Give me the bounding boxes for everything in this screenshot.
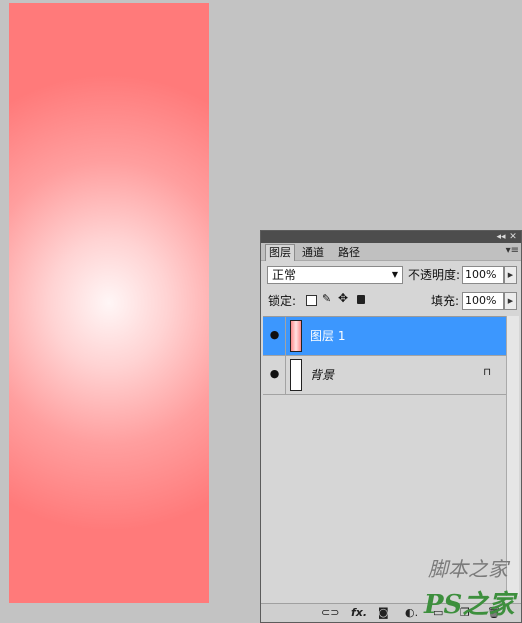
link-icon[interactable]: ⊂⊃: [321, 606, 339, 620]
fill-input[interactable]: 100%: [462, 292, 504, 310]
lock-position-icon[interactable]: ✥: [338, 292, 349, 304]
lock-transparency-icon[interactable]: [306, 295, 317, 306]
blend-row: 正常 ▼ 不透明度: 100% ▶: [261, 261, 521, 289]
lock-all-icon[interactable]: [357, 295, 365, 304]
layer-name: 背景: [310, 368, 335, 382]
blend-mode-value: 正常: [272, 268, 297, 282]
layer-thumbnail: [290, 320, 302, 352]
lock-paint-brush-icon[interactable]: ✎: [322, 293, 333, 304]
lock-row: 锁定: ✎ ✥ 填充: 100% ▶: [261, 289, 521, 315]
layer-lock-icon: ⊓: [483, 367, 491, 378]
tab-layers[interactable]: 图层: [265, 244, 295, 261]
opacity-input[interactable]: 100%: [462, 266, 504, 284]
panel-titlebar: ◂◂ ✕: [261, 231, 521, 243]
tab-paths[interactable]: 路径: [335, 245, 363, 260]
close-icon[interactable]: ✕: [507, 231, 519, 243]
layer-row-background[interactable]: ● 背景 ⊓: [263, 356, 507, 395]
lock-label: 锁定:: [268, 294, 297, 308]
panel-tabbar: 图层 通道 路径 ▾≡: [261, 243, 521, 261]
mask-icon[interactable]: ◙: [378, 606, 389, 620]
panel-menu-icon[interactable]: ▾≡: [506, 245, 519, 256]
collapse-icon[interactable]: ◂◂: [495, 231, 507, 243]
fill-slider-button[interactable]: ▶: [504, 292, 517, 310]
layer-thumbnail: [290, 359, 302, 391]
fill-label: 填充:: [431, 294, 460, 308]
dropdown-arrow-icon: ▼: [391, 270, 398, 279]
blend-mode-select[interactable]: 正常 ▼: [267, 266, 403, 284]
canvas-document[interactable]: [9, 3, 209, 603]
opacity-label: 不透明度:: [408, 268, 461, 282]
layer-row-layer1[interactable]: ● 图层 1: [263, 317, 507, 356]
opacity-slider-button[interactable]: ▶: [504, 266, 517, 284]
column-divider: [285, 356, 286, 394]
visibility-eye-icon[interactable]: ●: [266, 328, 283, 342]
adjustment-icon[interactable]: ◐.: [405, 606, 418, 620]
layer-name: 图层 1: [310, 329, 346, 343]
tab-channels[interactable]: 通道: [299, 245, 327, 260]
fx-icon[interactable]: fx.: [351, 606, 367, 620]
watermark-logo: PS之家: [424, 590, 515, 620]
column-divider: [285, 317, 286, 355]
watermark-text: 脚本之家: [428, 557, 508, 581]
visibility-eye-icon[interactable]: ●: [266, 367, 283, 381]
